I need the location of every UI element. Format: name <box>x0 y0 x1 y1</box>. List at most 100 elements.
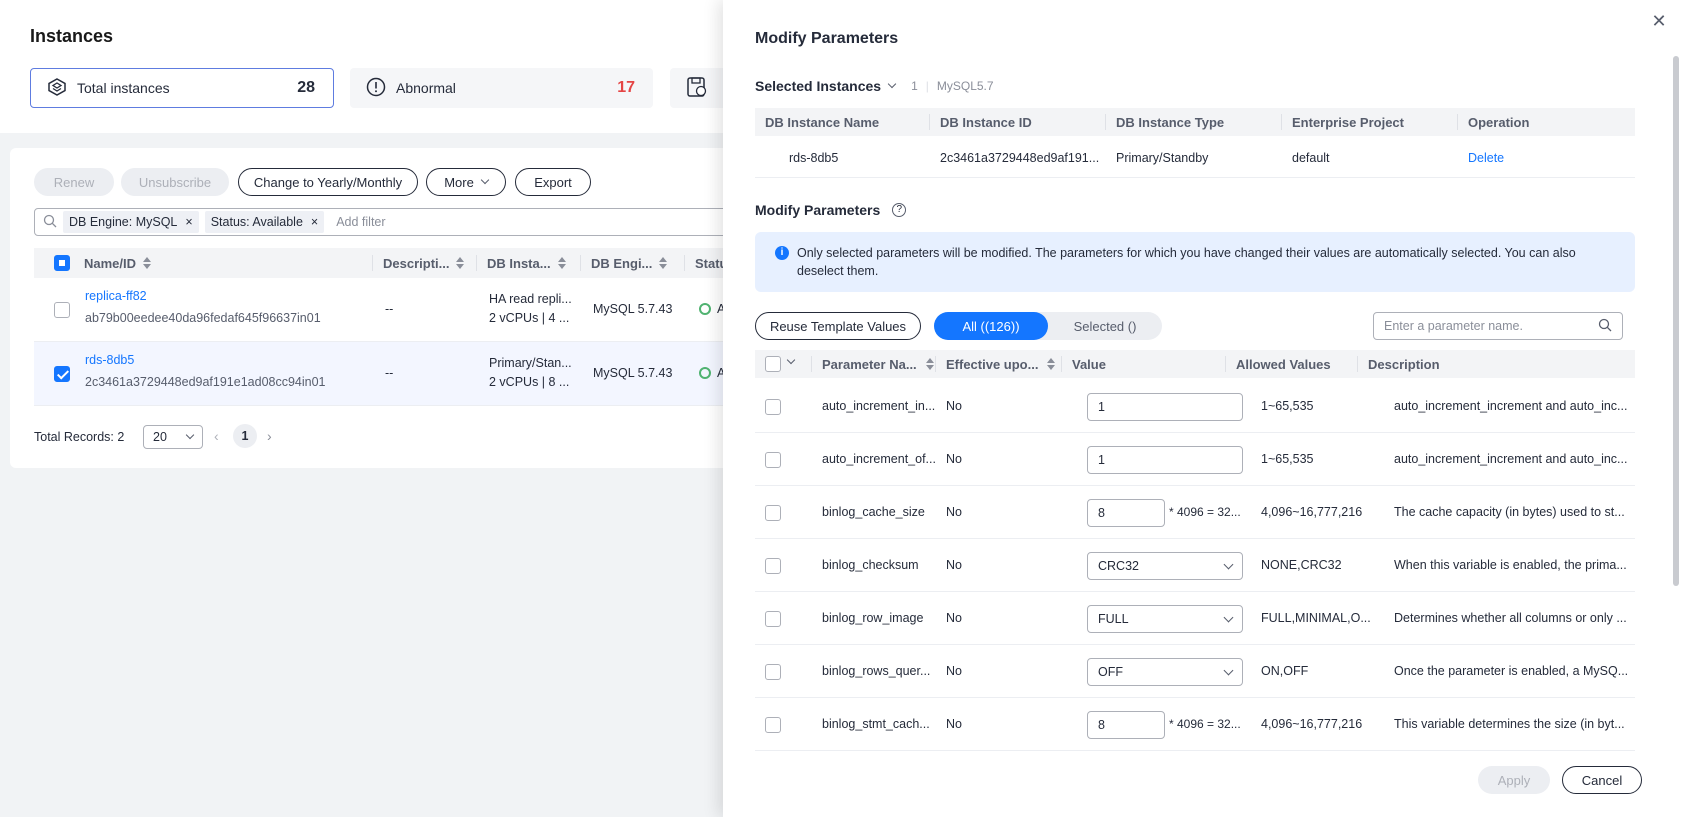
parameter-name: auto_increment_of... <box>822 452 936 466</box>
col-description[interactable]: Descripti... <box>372 255 465 271</box>
value-formula: * 4096 = 32... <box>1169 717 1241 731</box>
selected-instance-id: 2c3461a3729448ed9af191... <box>940 150 1100 165</box>
total-records: Total Records: 2 <box>34 430 125 444</box>
parameter-row[interactable]: binlog_checksum No CRC32 NONE,CRC32 When thi… <box>755 539 1635 592</box>
parameter-row[interactable]: binlog_cache_size No 8 * 4096 = 32... 4,096~… <box>755 486 1635 539</box>
tab-selected[interactable]: Selected () <box>1048 312 1162 340</box>
instance-name-link[interactable]: rds-8db5 <box>85 353 134 367</box>
row-checkbox[interactable] <box>765 505 781 521</box>
col-operation: Operation <box>1457 114 1529 130</box>
row-checkbox[interactable] <box>765 611 781 627</box>
chevron-down-icon <box>185 430 195 440</box>
parameter-name: auto_increment_in... <box>822 399 936 413</box>
info-text: Only selected parameters will be modifie… <box>797 246 1576 278</box>
instance-type: HA read repli... <box>489 292 572 306</box>
renew-button[interactable]: Renew <box>34 168 114 196</box>
value-select[interactable]: FULL <box>1087 605 1243 633</box>
page-number[interactable]: 1 <box>233 424 257 448</box>
search-placeholder: Enter a parameter name. <box>1384 319 1523 333</box>
row-checkbox[interactable] <box>765 717 781 733</box>
value-select[interactable]: OFF <box>1087 658 1243 686</box>
value-input[interactable]: 1 <box>1087 393 1243 421</box>
selected-instance-type: Primary/Standby <box>1116 150 1209 165</box>
parameter-row[interactable]: auto_increment_in... No 1 1~65,535 auto_incr… <box>755 380 1635 433</box>
unsubscribe-button[interactable]: Unsubscribe <box>121 168 229 196</box>
col-parameter-name[interactable]: Parameter Na... <box>811 356 935 372</box>
prev-page-icon[interactable]: ‹ <box>214 428 219 444</box>
chevron-down-icon[interactable] <box>887 79 897 89</box>
table-row[interactable]: replica-ff82 ab79b00eedee40da96fedaf645f… <box>34 278 770 342</box>
next-page-icon[interactable]: › <box>267 428 272 444</box>
value-select[interactable]: CRC32 <box>1087 552 1243 580</box>
help-icon[interactable]: ? <box>892 203 907 217</box>
info-icon: i <box>775 246 789 260</box>
selected-instance-name: rds-8db5 <box>789 150 839 165</box>
chevron-down-icon[interactable] <box>786 355 796 365</box>
parameter-name: binlog_rows_quer... <box>822 664 931 678</box>
parameter-row[interactable]: auto_increment_of... No 1 1~65,535 auto_incr… <box>755 433 1635 486</box>
filter-input[interactable]: Add filter <box>336 215 385 229</box>
instance-description: -- <box>385 302 394 316</box>
tab-all[interactable]: All ((126)) <box>934 312 1048 340</box>
value-input[interactable]: 8 <box>1087 499 1165 527</box>
delete-link[interactable]: Delete <box>1468 138 1504 177</box>
parameter-row[interactable]: binlog_rows_quer... No OFF ON,OFF Once the p… <box>755 645 1635 698</box>
stat-card-abnormal[interactable]: Abnormal 17 <box>350 68 653 108</box>
col-description: Description <box>1357 356 1440 372</box>
drawer-scrollbar[interactable] <box>1673 56 1679 586</box>
row-checkbox[interactable] <box>765 558 781 574</box>
parameter-allowed-values: 1~65,535 <box>1261 452 1314 466</box>
section-title: Modify Parameters <box>755 202 881 218</box>
stat-card-total[interactable]: Total instances 28 <box>30 68 334 108</box>
value-input[interactable]: 8 <box>1087 711 1165 739</box>
sort-icon <box>142 257 152 269</box>
parameters-table-header: Parameter Na... Effective upo... Value A… <box>755 350 1635 378</box>
instance-name-link[interactable]: replica-ff82 <box>85 289 147 303</box>
row-checkbox[interactable] <box>54 366 70 382</box>
row-checkbox[interactable] <box>765 664 781 680</box>
cancel-button[interactable]: Cancel <box>1562 766 1642 794</box>
table-row[interactable]: rds-8db5 2c3461a3729448ed9af191e1ad08cc9… <box>34 342 770 406</box>
export-button[interactable]: Export <box>515 168 591 196</box>
stat-label: Abnormal <box>396 80 456 96</box>
col-effective[interactable]: Effective upo... <box>935 356 1056 372</box>
parameter-search-input[interactable]: Enter a parameter name. <box>1373 312 1623 340</box>
parameter-allowed-values: ON,OFF <box>1261 664 1309 678</box>
reuse-template-button[interactable]: Reuse Template Values <box>755 312 921 340</box>
change-billing-button[interactable]: Change to Yearly/Monthly <box>238 168 418 196</box>
parameter-row[interactable]: binlog_stmt_cach... No 8 * 4096 = 32... 4,09… <box>755 698 1635 751</box>
status-ok-icon <box>699 303 711 315</box>
filter-chip-engine[interactable]: DB Engine: MySQL × <box>63 211 199 233</box>
info-notice: i Only selected parameters will be modif… <box>755 232 1635 292</box>
selected-instances-header[interactable]: Selected Instances 1 | MySQL5.7 <box>755 78 994 94</box>
search-icon[interactable] <box>1598 318 1612 335</box>
more-label: More <box>444 174 474 190</box>
page-size-select[interactable]: 20 <box>143 425 203 449</box>
col-value: Value <box>1061 356 1106 372</box>
row-checkbox[interactable] <box>54 302 70 318</box>
value-input[interactable]: 1 <box>1087 446 1243 474</box>
close-icon[interactable]: ✕ <box>1650 12 1668 30</box>
chevron-down-icon <box>1223 559 1234 569</box>
select-all-checkbox[interactable] <box>765 356 781 372</box>
parameter-row[interactable]: binlog_row_image No FULL FULL,MINIMAL,O... D… <box>755 592 1635 645</box>
col-instance-type[interactable]: DB Insta... <box>476 255 567 271</box>
close-icon[interactable]: × <box>311 215 318 229</box>
row-checkbox[interactable] <box>765 399 781 415</box>
parameter-description: Once the parameter is enabled, a MySQ... <box>1394 664 1629 678</box>
alert-circle-icon <box>366 77 386 100</box>
select-all-checkbox[interactable] <box>54 255 70 271</box>
parameter-description: This variable determines the size (in by… <box>1394 717 1625 731</box>
col-name[interactable]: Name/ID <box>84 248 152 278</box>
chevron-down-icon <box>480 175 490 185</box>
col-engine[interactable]: DB Engi... <box>580 255 668 271</box>
filter-bar[interactable]: DB Engine: MySQL × Status: Available × A… <box>34 208 770 236</box>
row-checkbox[interactable] <box>765 452 781 468</box>
close-icon[interactable]: × <box>185 215 192 229</box>
filter-chip-status[interactable]: Status: Available × <box>204 211 325 233</box>
apply-button[interactable]: Apply <box>1478 766 1550 794</box>
instance-engine: MySQL 5.7.43 <box>593 302 673 316</box>
parameter-allowed-values: 4,096~16,777,216 <box>1261 505 1363 519</box>
more-button[interactable]: More <box>426 168 506 196</box>
col-db-instance-id: DB Instance ID <box>929 114 1032 130</box>
